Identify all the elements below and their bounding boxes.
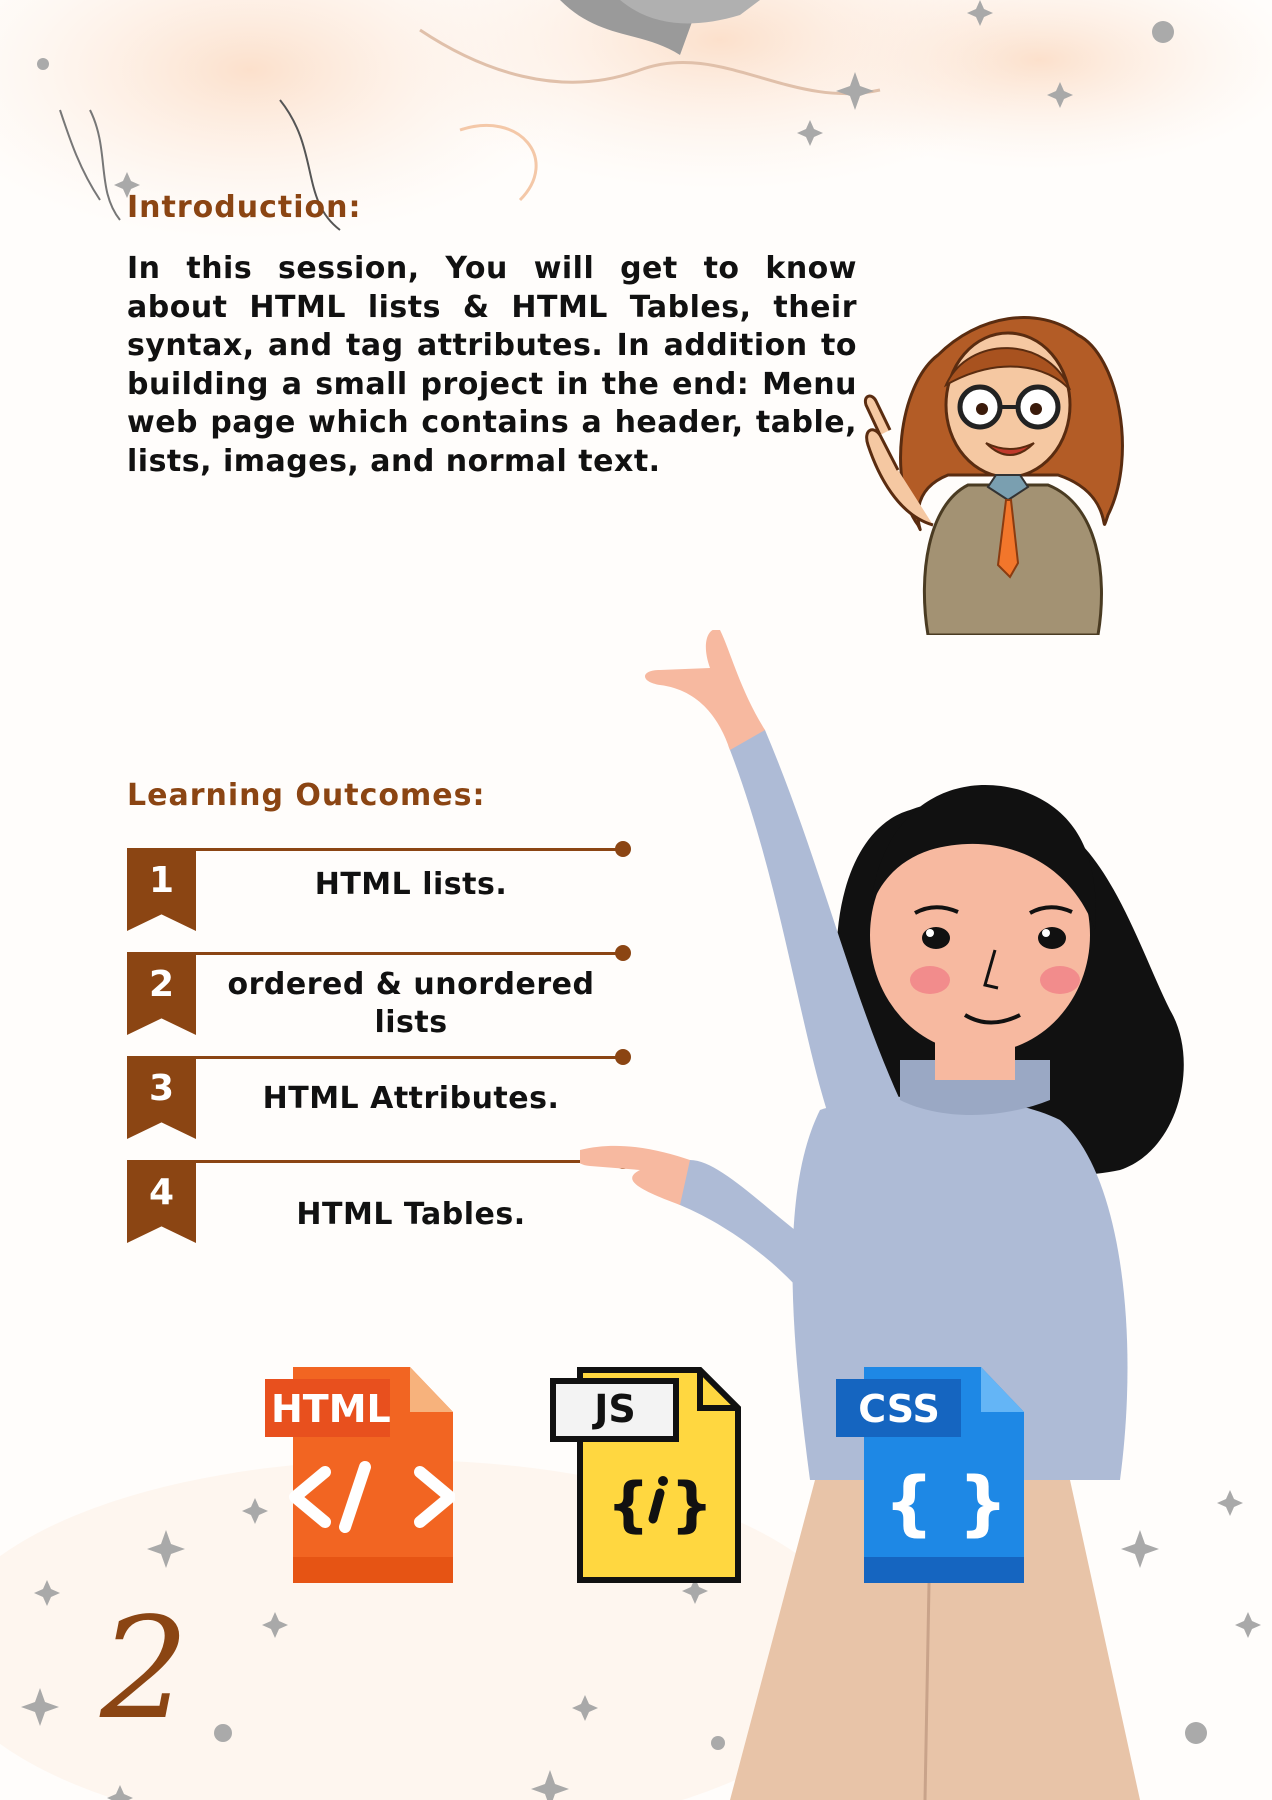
page-number: 2 bbox=[100, 1588, 190, 1751]
introduction-text: In this session, You will get to know ab… bbox=[127, 251, 857, 479]
outcome-label: HTML Attributes. bbox=[262, 1081, 560, 1116]
svg-text:{ }: { } bbox=[884, 1462, 1008, 1544]
outcome-label: HTML Tables. bbox=[296, 1197, 526, 1232]
outcome-item-4: 4 HTML Tables. bbox=[127, 1153, 635, 1248]
js-file-icon: { } JS bbox=[550, 1367, 742, 1583]
outcome-number-ribbon: 1 bbox=[127, 848, 196, 931]
introduction-title: Introduction: bbox=[127, 190, 362, 225]
outcome-number-ribbon: 2 bbox=[127, 952, 196, 1035]
css-file-label: CSS bbox=[858, 1387, 940, 1431]
divider-line bbox=[196, 952, 629, 955]
outcome-label: ordered & unordered lists bbox=[227, 967, 595, 1040]
outcome-number-ribbon: 3 bbox=[127, 1056, 196, 1139]
outcome-item-3: 3 HTML Attributes. bbox=[127, 1049, 635, 1144]
divider-line bbox=[196, 1160, 629, 1163]
css-file-icon: { } CSS bbox=[836, 1367, 1026, 1583]
html-file-icon: HTML bbox=[265, 1367, 455, 1583]
outcome-item-2: 2 ordered & unordered lists bbox=[127, 945, 635, 1040]
divider-line bbox=[196, 1056, 629, 1059]
presenter-illustration bbox=[580, 630, 1184, 1800]
divider-line bbox=[196, 848, 629, 851]
outcome-label: HTML lists. bbox=[314, 867, 508, 902]
html-file-label: HTML bbox=[271, 1387, 391, 1431]
outcome-number-ribbon: 4 bbox=[127, 1160, 196, 1243]
learning-outcomes-title: Learning Outcomes: bbox=[127, 778, 486, 813]
js-file-label: JS bbox=[594, 1387, 636, 1431]
outcome-item-1: 1 HTML lists. bbox=[127, 841, 635, 936]
teacher-illustration bbox=[863, 316, 1124, 635]
